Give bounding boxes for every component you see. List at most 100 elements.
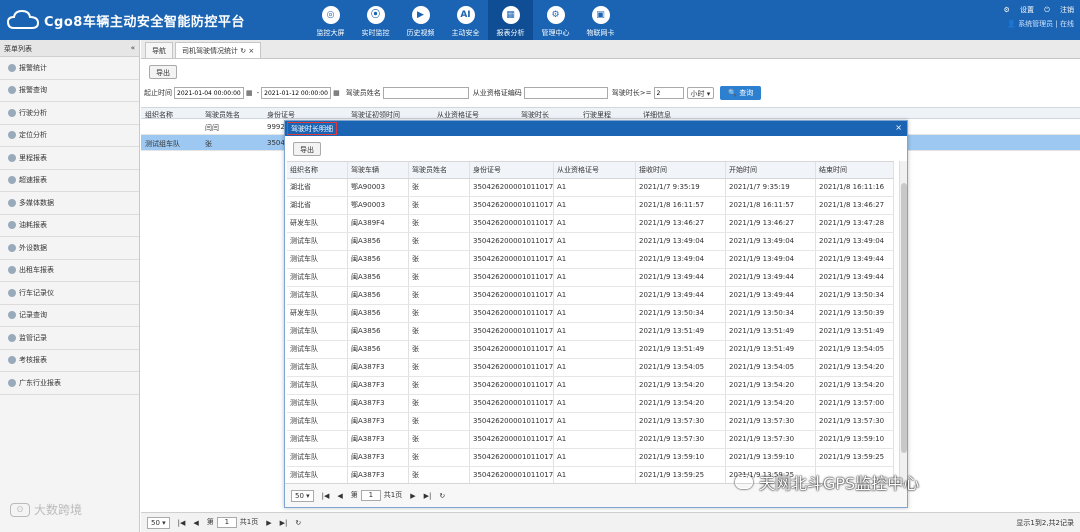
table-row[interactable]: 湖北省 鄂A90003 张 350426200001011017 A1 2021/1/8 …	[287, 197, 894, 215]
nav-item-4[interactable]: ▦ 报表分析	[488, 0, 533, 40]
report-item-icon	[8, 288, 16, 297]
nav-label: 监控大屏	[316, 29, 345, 37]
table-row[interactable]: 测试车队 闽A3856 张 350426200001011017 A1 2021/1/9 …	[287, 233, 894, 251]
next-page-icon[interactable]: ▶	[266, 519, 271, 527]
grid-col-header[interactable]: 身份证号	[470, 162, 554, 178]
watermark-left-text: 大数跨境	[34, 503, 83, 517]
page-size-select[interactable]: 50 ▾	[147, 516, 170, 529]
grid-col-header[interactable]: 接收时间	[636, 162, 726, 178]
grid-cell: 测试车队	[287, 377, 348, 394]
prev-page-icon[interactable]: ◀	[193, 519, 198, 527]
refresh-icon[interactable]: ↻	[439, 492, 445, 500]
table-row[interactable]: 测试车队 闽A387F3 张 350426200001011017 A1 2021/1/9…	[287, 377, 894, 395]
page-input[interactable]: 1	[216, 517, 237, 528]
cert-code-input[interactable]	[523, 87, 608, 99]
grid-col-header[interactable]: 从业资格证号	[554, 162, 636, 178]
logout-link[interactable]: ⏻ 注销	[1044, 6, 1074, 14]
collapse-sidebar-button[interactable]: «	[131, 44, 135, 52]
nav-item-3[interactable]: AI 主动安全	[443, 0, 488, 40]
grid-col-header[interactable]: 结束时间	[816, 162, 894, 178]
table-row[interactable]: 测试车队 闽A387F3 张 350426200001011017 A1 2021/1/9…	[287, 395, 894, 413]
grid-cell: 2021/1/9 13:57:30	[636, 431, 726, 448]
grid-col-header[interactable]: 开始时间	[726, 162, 816, 178]
end-time-input[interactable]	[261, 87, 332, 99]
sidebar-item[interactable]: 行车记录仪	[0, 282, 139, 305]
export-button[interactable]: 导出	[149, 65, 177, 79]
col-detail[interactable]: 详细信息	[639, 108, 699, 118]
sidebar-item[interactable]: 报警查询	[0, 80, 139, 102]
grid-cell: 闽A387F3	[348, 413, 409, 430]
sidebar-item[interactable]: 油耗报表	[0, 215, 139, 237]
sidebar-item[interactable]: 定位分析	[0, 125, 139, 147]
table-row[interactable]: 测试车队 闽A387F3 张 350426200001011017 A1 2021/1/9…	[287, 449, 894, 467]
calendar-icon[interactable]: ▦	[333, 89, 340, 97]
sidebar-item[interactable]: 监管记录	[0, 327, 139, 350]
grid-col-header[interactable]: 驾驶员姓名	[409, 162, 470, 178]
table-row[interactable]: 测试车队 闽A3856 张 350426200001011017 A1 2021/1/9 …	[287, 341, 894, 359]
sidebar-item[interactable]: 多媒体数据	[0, 192, 139, 215]
nav-item-2[interactable]: ▶ 历史视频	[398, 0, 443, 40]
col-id[interactable]: 身份证号	[263, 108, 347, 118]
first-page-icon[interactable]: |◀	[322, 492, 330, 500]
report-item-icon	[8, 198, 16, 207]
nav-item-5[interactable]: ⚙ 管理中心	[533, 0, 578, 40]
page-input-group: 第 1 共1页	[207, 517, 258, 528]
nav-item-1[interactable]: ⦿ 实时监控	[353, 0, 398, 40]
table-row[interactable]: 测试车队 闽A3856 张 350426200001011017 A1 2021/1/9 …	[287, 251, 894, 269]
col-org[interactable]: 组织名称	[141, 108, 201, 118]
nav-item-6[interactable]: ▣ 物联网卡	[578, 0, 623, 40]
dialog-export-button[interactable]: 导出	[293, 142, 321, 156]
table-row[interactable]: 测试车队 闽A387F3 张 350426200001011017 A1 2021/1/9…	[287, 413, 894, 431]
tab-driver-stats[interactable]: 司机驾驶情况统计 ↻ ×	[175, 42, 262, 58]
tab-navigation[interactable]: 导航	[145, 42, 173, 58]
col-license-date[interactable]: 驾驶证初领时间	[347, 108, 433, 118]
grid-cell: A1	[554, 269, 636, 286]
scrollbar-thumb[interactable]	[901, 183, 907, 453]
start-time-input[interactable]	[174, 87, 244, 99]
col-mileage[interactable]: 行驶里程	[579, 108, 639, 118]
table-row[interactable]: 测试车队 闽A387F3 张 350426200001011017 A1 2021/1/9…	[287, 359, 894, 377]
grid-cell: A1	[554, 341, 636, 358]
dialog-page-input[interactable]: 1	[360, 490, 381, 501]
table-row[interactable]: 研发车队 闽A389F4 张 350426200001011017 A1 2021/1/9…	[287, 215, 894, 233]
last-page-icon[interactable]: ▶|	[280, 519, 288, 527]
nav-item-0[interactable]: ◎ 监控大屏	[308, 0, 353, 40]
grid-cell: 2021/1/9 13:47:28	[816, 215, 894, 232]
col-duration[interactable]: 驾驶时长	[517, 108, 579, 118]
refresh-icon[interactable]: ↻	[295, 519, 301, 527]
calendar-icon[interactable]: ▦	[246, 89, 253, 97]
next-page-icon[interactable]: ▶	[410, 492, 415, 500]
sidebar-item[interactable]: 出租车报表	[0, 260, 139, 282]
duration-input[interactable]	[653, 87, 684, 99]
sidebar-item[interactable]: 报警统计	[0, 57, 139, 80]
sidebar-item[interactable]: 广东行业报表	[0, 372, 139, 395]
table-row[interactable]: 研发车队 闽A3856 张 350426200001011017 A1 2021/1/9 …	[287, 305, 894, 323]
driver-name-input[interactable]	[382, 87, 469, 99]
table-row[interactable]: 湖北省 鄂A90003 张 350426200001011017 A1 2021/1/7 …	[287, 179, 894, 197]
unit-select[interactable]: 小时 ▾	[686, 87, 715, 99]
sidebar-item[interactable]: 记录查询	[0, 305, 139, 327]
query-button[interactable]: 🔍 查询	[720, 86, 762, 100]
sidebar-item[interactable]: 考核报表	[0, 350, 139, 372]
grid-cell: 测试车队	[287, 233, 348, 250]
col-driver[interactable]: 驾驶员姓名	[201, 108, 263, 118]
grid-col-header[interactable]: 组织名称	[287, 162, 348, 178]
grid-col-header[interactable]: 驾驶车辆	[348, 162, 409, 178]
sidebar-item[interactable]: 外设数据	[0, 237, 139, 260]
close-icon[interactable]: ×	[895, 123, 902, 132]
vertical-scrollbar[interactable]	[899, 161, 907, 483]
prev-page-icon[interactable]: ◀	[337, 492, 342, 500]
sidebar-item[interactable]: 里程报表	[0, 147, 139, 170]
sidebar-item[interactable]: 超速报表	[0, 170, 139, 192]
dialog-page-size-select[interactable]: 50 ▾	[291, 489, 314, 502]
last-page-icon[interactable]: ▶|	[424, 492, 432, 500]
table-row[interactable]: 测试车队 闽A3856 张 350426200001011017 A1 2021/1/9 …	[287, 323, 894, 341]
table-row[interactable]: 测试车队 闽A3856 张 350426200001011017 A1 2021/1/9 …	[287, 287, 894, 305]
sidebar-item[interactable]: 行驶分析	[0, 102, 139, 125]
first-page-icon[interactable]: |◀	[178, 519, 186, 527]
unit-select-value: 小时	[690, 90, 705, 98]
settings-link[interactable]: ⚙ 设置	[1003, 6, 1034, 14]
col-cert[interactable]: 从业资格证号	[433, 108, 517, 118]
table-row[interactable]: 测试车队 闽A3856 张 350426200001011017 A1 2021/1/9 …	[287, 269, 894, 287]
table-row[interactable]: 测试车队 闽A387F3 张 350426200001011017 A1 2021/1/9…	[287, 431, 894, 449]
